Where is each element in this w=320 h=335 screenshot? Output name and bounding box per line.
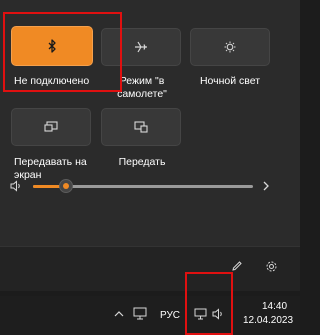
cast-tile-label: Передать: [118, 156, 166, 168]
cast-icon: [134, 121, 148, 133]
cast-tile[interactable]: [101, 108, 181, 146]
clock-time[interactable]: 14:40: [262, 301, 287, 312]
network-icon[interactable]: [133, 307, 147, 320]
network-icon[interactable]: [194, 308, 207, 320]
bluetooth-icon: [48, 39, 56, 53]
night-light-icon: [224, 41, 236, 53]
quick-settings-footer: [0, 246, 300, 291]
settings-button[interactable]: [262, 257, 280, 275]
gear-icon: [266, 261, 276, 271]
quick-settings-panel: Не подключено Режим "в самолете" Ночной …: [0, 0, 300, 291]
project-tile[interactable]: [11, 108, 91, 146]
project-icon: [44, 121, 58, 132]
night-light-tile[interactable]: [190, 28, 270, 66]
volume-icon[interactable]: [212, 308, 225, 320]
edit-button[interactable]: [228, 257, 246, 275]
chevron-right-icon[interactable]: [262, 180, 270, 192]
night-light-label: Ночной свет: [199, 75, 261, 87]
clock-date[interactable]: 12.04.2023: [243, 315, 293, 326]
bluetooth-tile[interactable]: [11, 26, 93, 66]
bluetooth-tile-label: Не подключено: [14, 75, 90, 87]
airplane-mode-tile[interactable]: [101, 28, 181, 66]
speaker-icon[interactable]: [10, 180, 22, 192]
airplane-mode-label: Режим "в самолете": [117, 75, 167, 100]
taskbar: РУС 14:40 12.04.2023: [0, 296, 300, 335]
language-indicator[interactable]: РУС: [160, 310, 180, 321]
volume-slider-row: [0, 176, 300, 196]
pencil-icon: [232, 261, 242, 271]
chevron-up-icon[interactable]: [114, 310, 124, 318]
airplane-icon: [135, 41, 147, 53]
volume-slider-thumb[interactable]: [59, 179, 73, 193]
